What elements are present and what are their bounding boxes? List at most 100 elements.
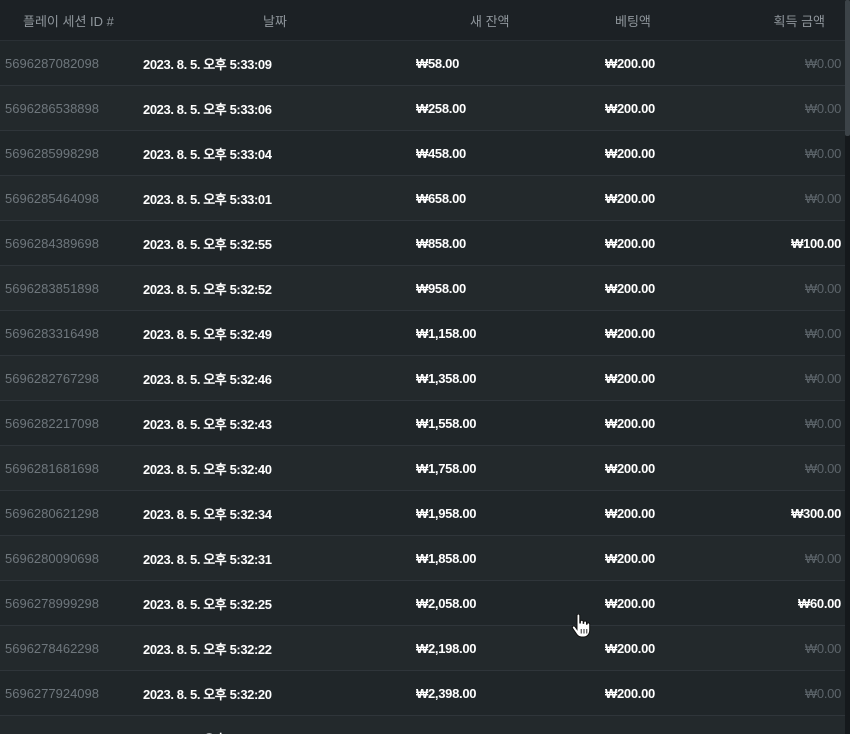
- header-new-balance[interactable]: 새 잔액: [407, 11, 597, 30]
- vertical-scrollbar[interactable]: [845, 0, 850, 734]
- date-cell: 2023. 8. 5. 오후 5:33:04: [143, 146, 272, 162]
- new-balance-cell: ₩1,758.00: [416, 460, 477, 476]
- table-row[interactable]: 5696287082098 2023. 8. 5. 오후 5:33:09 ₩58.0…: [0, 41, 845, 86]
- new-balance-cell: ₩58.00: [416, 55, 460, 71]
- bet-cell: ₩200.00: [605, 280, 655, 296]
- date-cell: 2023. 8. 5. 오후 5:32:22: [143, 641, 272, 657]
- win-cell: ₩0.00: [804, 280, 841, 296]
- date-cell: 2023. 8. 5. 오후 5:32:40: [143, 461, 272, 477]
- table-row[interactable]: 5696285464098 2023. 8. 5. 오후 5:33:01 ₩658.…: [0, 176, 845, 221]
- session-id-cell: 5696278999298: [5, 595, 99, 611]
- table-row[interactable]: 5696282767298 2023. 8. 5. 오후 5:32:46 ₩1,35…: [0, 356, 845, 401]
- win-cell: ₩60.00: [797, 595, 841, 611]
- table-row[interactable]: 5696285998298 2023. 8. 5. 오후 5:33:04 ₩458.…: [0, 131, 845, 176]
- table-header: 플레이 세션 ID # 날짜 새 잔액 베팅액 획득 금액: [0, 0, 845, 41]
- new-balance-cell: ₩258.00: [416, 100, 466, 116]
- table-row[interactable]: 5696286538898 2023. 8. 5. 오후 5:33:06 ₩258.…: [0, 86, 845, 131]
- date-cell: 2023. 8. 5. 오후 5:32:52: [143, 281, 272, 297]
- date-cell: 2023. 8. 5. 오후 5:32:55: [143, 236, 272, 252]
- header-session-id[interactable]: 플레이 세션 ID #: [0, 11, 135, 30]
- date-cell: 2023. 8. 5. 오후 5:32:43: [143, 416, 272, 432]
- header-win[interactable]: 획득 금액: [750, 11, 845, 30]
- table-row[interactable]: 5696277924098 2023. 8. 5. 오후 5:32:20 ₩2,39…: [0, 671, 845, 716]
- session-id-cell: 5696286538898: [5, 100, 99, 116]
- table-row[interactable]: 5696278462298 2023. 8. 5. 오후 5:32:22 ₩2,19…: [0, 626, 845, 671]
- bet-cell: ₩200.00: [605, 640, 655, 656]
- new-balance-cell: ₩2,198.00: [416, 640, 477, 656]
- win-cell: ₩0.00: [804, 550, 841, 566]
- date-cell: 2023. 8. 5. 오후 5:32:31: [143, 551, 272, 567]
- header-bet[interactable]: 베팅액: [597, 11, 750, 30]
- table-row[interactable]: 56962768282982023. 8. 5. 오후 5:32:14₩2,59…: [0, 716, 845, 734]
- new-balance-cell: ₩858.00: [416, 235, 466, 251]
- table-row[interactable]: 5696282217098 2023. 8. 5. 오후 5:32:43 ₩1,55…: [0, 401, 845, 446]
- session-id-cell: 5696284389698: [5, 235, 99, 251]
- bet-cell: ₩200.00: [605, 595, 655, 611]
- session-id-cell: 5696283316498: [5, 325, 99, 341]
- win-cell: ₩0.00: [804, 370, 841, 386]
- new-balance-cell: ₩1,558.00: [416, 415, 477, 431]
- session-id-cell: 5696282767298: [5, 370, 99, 386]
- bet-cell: ₩200.00: [605, 55, 655, 71]
- date-cell: 2023. 8. 5. 오후 5:33:06: [143, 101, 272, 117]
- new-balance-cell: ₩2,058.00: [416, 595, 477, 611]
- bet-cell: ₩200.00: [605, 731, 761, 734]
- date-cell: 2023. 8. 5. 오후 5:32:20: [143, 686, 272, 702]
- table-row[interactable]: 5696281681698 2023. 8. 5. 오후 5:32:40 ₩1,75…: [0, 446, 845, 491]
- new-balance-cell: ₩958.00: [416, 280, 466, 296]
- date-cell: 2023. 8. 5. 오후 5:32:34: [143, 506, 272, 522]
- session-id-cell: 5696278462298: [5, 640, 99, 656]
- bet-cell: ₩200.00: [605, 685, 655, 701]
- bet-cell: ₩200.00: [605, 460, 655, 476]
- bet-cell: ₩200.00: [605, 325, 655, 341]
- table-row[interactable]: 5696280090698 2023. 8. 5. 오후 5:32:31 ₩1,85…: [0, 536, 845, 581]
- win-cell: ₩300.00: [791, 505, 841, 521]
- win-cell: ₩400.00: [761, 731, 845, 734]
- win-cell: ₩0.00: [804, 325, 841, 341]
- session-id-cell: 5696281681698: [5, 460, 99, 476]
- new-balance-cell: ₩2,598.00: [416, 731, 605, 734]
- win-cell: ₩0.00: [804, 460, 841, 476]
- win-cell: ₩0.00: [804, 100, 841, 116]
- win-cell: ₩0.00: [804, 190, 841, 206]
- new-balance-cell: ₩1,958.00: [416, 505, 477, 521]
- date-cell: 2023. 8. 5. 오후 5:32:49: [143, 326, 272, 342]
- scrollbar-thumb[interactable]: [845, 0, 850, 136]
- date-cell: 2023. 8. 5. 오후 5:33:09: [143, 56, 272, 72]
- table-row[interactable]: 5696283316498 2023. 8. 5. 오후 5:32:49 ₩1,15…: [0, 311, 845, 356]
- table-row[interactable]: 5696278999298 2023. 8. 5. 오후 5:32:25 ₩2,05…: [0, 581, 845, 626]
- new-balance-cell: ₩658.00: [416, 190, 466, 206]
- session-id-cell: 5696280621298: [5, 505, 99, 521]
- session-id-cell: 5696283851898: [5, 280, 99, 296]
- table-body: 5696287082098 2023. 8. 5. 오후 5:33:09 ₩58.0…: [0, 41, 845, 734]
- bet-cell: ₩200.00: [605, 415, 655, 431]
- session-id-cell: 5696287082098: [5, 55, 99, 71]
- win-cell: ₩0.00: [804, 415, 841, 431]
- session-id-cell: 5696285998298: [5, 145, 99, 161]
- bet-cell: ₩200.00: [605, 145, 655, 161]
- bet-cell: ₩200.00: [605, 370, 655, 386]
- bet-cell: ₩200.00: [605, 190, 655, 206]
- header-date[interactable]: 날짜: [135, 11, 407, 30]
- new-balance-cell: ₩2,398.00: [416, 685, 477, 701]
- bet-cell: ₩200.00: [605, 550, 655, 566]
- win-cell: ₩0.00: [804, 145, 841, 161]
- win-cell: ₩0.00: [804, 685, 841, 701]
- win-cell: ₩0.00: [804, 640, 841, 656]
- win-cell: ₩0.00: [804, 55, 841, 71]
- session-id-cell: 5696280090698: [5, 550, 99, 566]
- table-row[interactable]: 5696283851898 2023. 8. 5. 오후 5:32:52 ₩958.…: [0, 266, 845, 311]
- date-cell: 2023. 8. 5. 오후 5:32:25: [143, 596, 272, 612]
- session-history-panel: 플레이 세션 ID # 날짜 새 잔액 베팅액 획득 금액 5696287082…: [0, 0, 850, 734]
- new-balance-cell: ₩1,158.00: [416, 325, 477, 341]
- new-balance-cell: ₩458.00: [416, 145, 466, 161]
- session-id-cell: 5696276828298: [0, 731, 143, 734]
- session-history-table: 플레이 세션 ID # 날짜 새 잔액 베팅액 획득 금액 5696287082…: [0, 0, 845, 734]
- bet-cell: ₩200.00: [605, 235, 655, 251]
- date-cell: 2023. 8. 5. 오후 5:32:14: [143, 729, 416, 734]
- bet-cell: ₩200.00: [605, 505, 655, 521]
- table-row[interactable]: 5696284389698 2023. 8. 5. 오후 5:32:55 ₩858.…: [0, 221, 845, 266]
- session-id-cell: 5696285464098: [5, 190, 99, 206]
- new-balance-cell: ₩1,358.00: [416, 370, 477, 386]
- table-row[interactable]: 5696280621298 2023. 8. 5. 오후 5:32:34 ₩1,95…: [0, 491, 845, 536]
